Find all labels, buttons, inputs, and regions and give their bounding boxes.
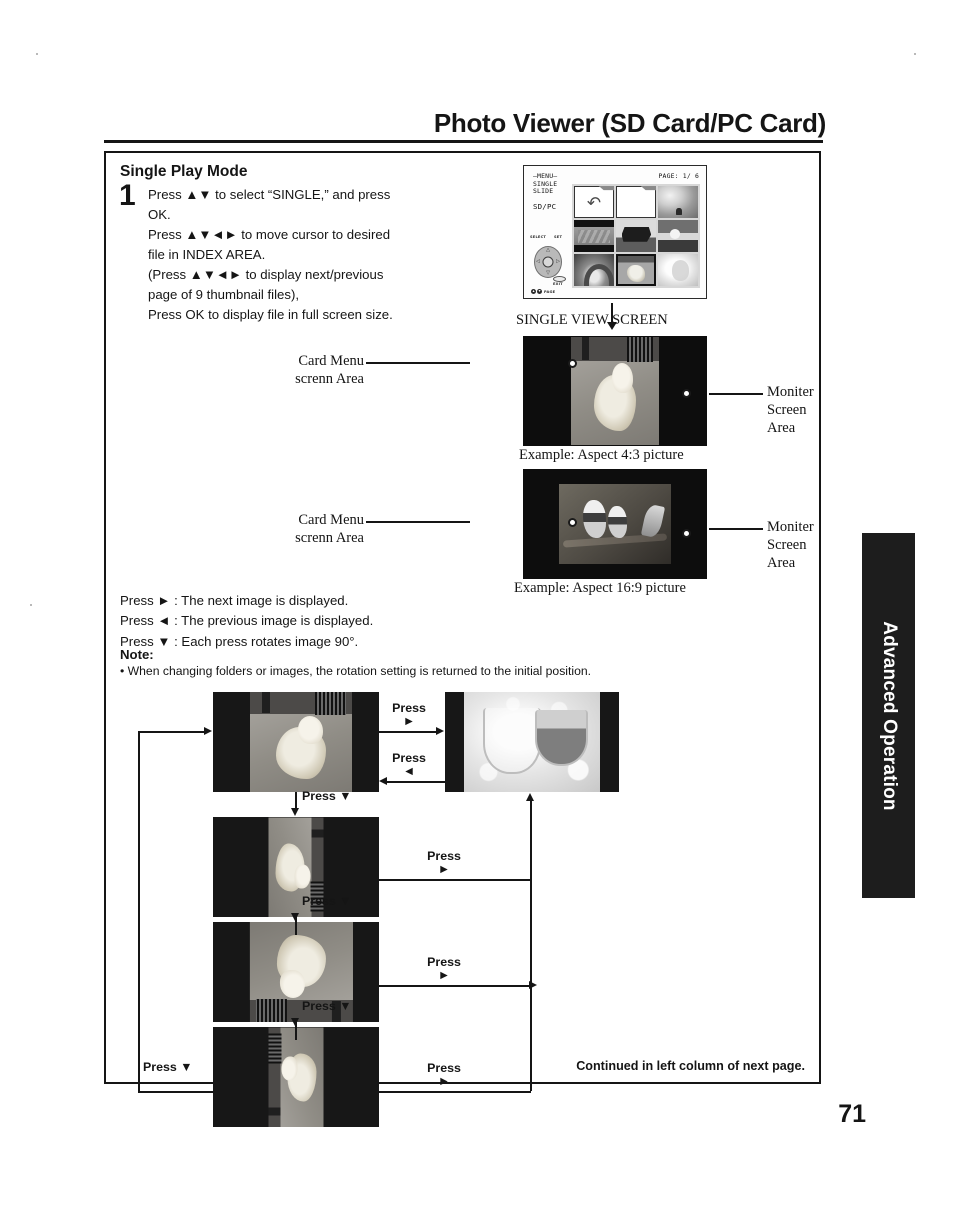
flow-label-text: Press	[427, 1061, 461, 1075]
flow-arrow-glyph: ►	[437, 967, 451, 982]
registration-mark-right	[914, 53, 916, 55]
photo-grille	[255, 999, 287, 1022]
flow-line-right-riser	[530, 879, 532, 1091]
photo-grille	[315, 692, 347, 715]
content-box: Single Play Mode 1 Press ▲▼ to select “S…	[104, 151, 821, 1127]
flow-label-press-right-3: Press ►	[413, 956, 475, 982]
flow-arrow-e-to-a-icon	[204, 727, 212, 735]
rotation-flow-diagram: Press ► Press ◄ Press ▼ Press ► Press ▼ …	[106, 153, 819, 1127]
dog-photo-0	[249, 692, 353, 792]
flow-label-press-down-3: Press ▼	[302, 999, 352, 1013]
flow-line-e-return-vertical	[138, 731, 140, 1091]
flow-arrow-c-to-d-icon	[291, 913, 299, 921]
photo-glass-left	[483, 708, 542, 774]
photo-dog-head	[294, 864, 311, 889]
photo-dog-head	[279, 970, 305, 998]
registration-mark-left	[36, 53, 38, 55]
flow-label-press-down-4: Press ▼	[143, 1060, 193, 1074]
photo-post	[311, 829, 324, 838]
photo-dog-head	[297, 716, 323, 744]
flow-line-e-return-bottom	[138, 1091, 214, 1093]
photo-post	[261, 692, 271, 713]
flow-label-press-left-1: Press ◄	[378, 752, 440, 778]
flow-label-press-right-1: Press ►	[378, 702, 440, 728]
flow-arrow-a-to-b-icon	[436, 727, 444, 735]
title-rule	[104, 140, 823, 143]
flow-arrow-d-to-e-icon	[291, 1018, 299, 1026]
flow-line-c-to-b	[379, 879, 531, 881]
flow-line-a-to-b	[379, 731, 437, 733]
photo-dog-head	[281, 1056, 298, 1081]
dog-photo-270-holder	[268, 1027, 324, 1127]
wine-photo	[464, 692, 600, 792]
flow-line-e-to-b	[379, 1091, 531, 1093]
photo-post	[268, 1107, 281, 1116]
photo-grille	[268, 1033, 282, 1064]
dog-photo-270	[268, 1027, 324, 1127]
flow-frame-rotation-180	[213, 922, 379, 1022]
flow-label-text: Press	[392, 751, 426, 765]
flow-frame-next-image	[445, 692, 619, 792]
flow-line-c-to-b-vertical	[530, 801, 532, 879]
flow-label-text: Press	[427, 955, 461, 969]
flow-arrow-glyph: ►	[437, 861, 451, 876]
registration-mark-lower-left	[30, 604, 32, 606]
photo-glass-right	[534, 710, 588, 766]
flow-label-text: Press	[427, 849, 461, 863]
flow-arrow-b-to-a-icon	[379, 777, 387, 785]
flow-arrow-a-to-c-icon	[291, 808, 299, 816]
flow-label-press-right-4: Press ►	[413, 1062, 475, 1088]
flow-frame-rotation-0	[213, 692, 379, 792]
flow-arrow-glyph: ◄	[402, 763, 416, 778]
flow-arrow-c-to-b-icon	[526, 793, 534, 801]
continued-note: Continued in left column of next page.	[576, 1059, 805, 1073]
flow-arrow-glyph: ►	[437, 1073, 451, 1088]
flow-label-press-down-2: Press ▼	[302, 894, 352, 908]
flow-frame-rotation-90	[213, 817, 379, 917]
flow-line-e-return-top	[138, 731, 206, 733]
flow-line-d-to-b	[379, 985, 531, 987]
flow-label-press-right-2: Press ►	[413, 850, 475, 876]
flow-arrow-glyph: ►	[402, 713, 416, 728]
side-tab-advanced-operation: Advanced Operation	[862, 533, 915, 898]
flow-label-press-down-1: Press ▼	[302, 789, 352, 803]
page-title: Photo Viewer (SD Card/PC Card)	[433, 108, 826, 138]
flow-frame-rotation-270	[213, 1027, 379, 1127]
page-number: 71	[838, 1100, 866, 1128]
side-tab-label: Advanced Operation	[878, 620, 900, 811]
flow-label-text: Press	[392, 701, 426, 715]
flow-line-b-to-a	[387, 781, 445, 783]
